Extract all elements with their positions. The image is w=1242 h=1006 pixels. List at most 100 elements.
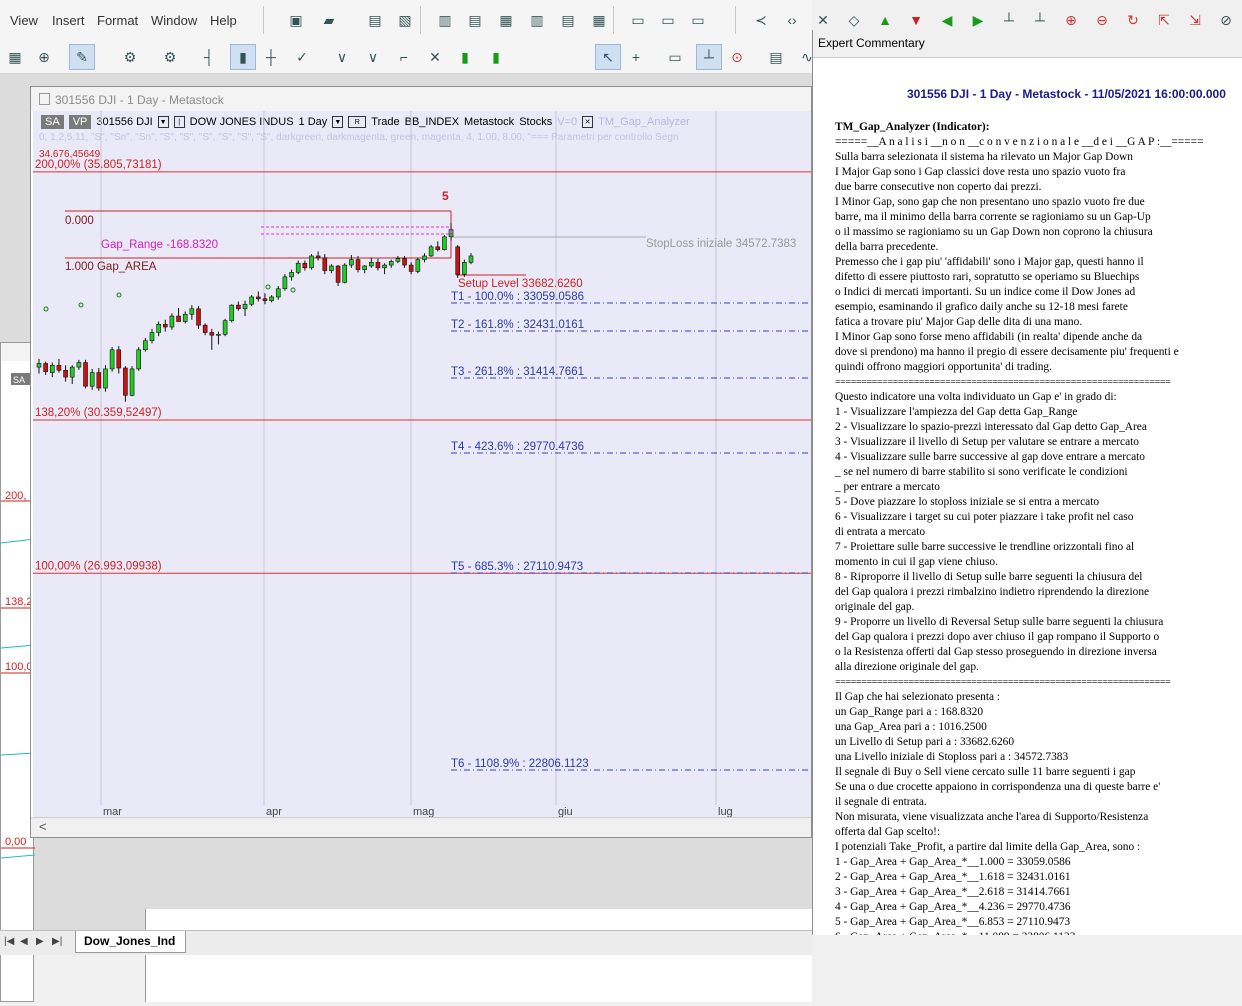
scroll-left-icon[interactable]: ≺ — [752, 11, 770, 29]
doc1-icon[interactable]: ▥ — [436, 11, 454, 29]
candle-body — [256, 296, 261, 300]
comment-icon[interactable]: ▭ — [666, 48, 684, 66]
background-chart-window[interactable]: SA 200, 138,2 100,0 0,00 — [0, 342, 36, 1002]
candle-body — [428, 246, 434, 257]
zoom-out-icon[interactable]: ⊖ — [1093, 11, 1111, 29]
toolbar-separator — [263, 6, 264, 34]
params-line: 0, 1,2,5,11, "S", "Sn", "Sn", "S", "S", … — [39, 132, 679, 143]
expert-line: 5 - Dove piazzare lo stoploss iniziale s… — [835, 496, 1100, 508]
bar2-red-green-icon[interactable]: ▮ — [487, 48, 505, 66]
diamond-icon[interactable]: ◇ — [845, 11, 863, 29]
expert-line: barre, ma il minimo della barra corrente… — [835, 211, 1151, 223]
expert-line: 2 - Visualizzare lo spazio-prezzi intere… — [835, 421, 1147, 433]
bar2-icon[interactable]: ┴ — [1031, 11, 1049, 29]
bar-red-green-icon[interactable]: ▮ — [456, 48, 474, 66]
target-label-t5: T5 - 685.3% : 27110.9473 — [451, 561, 583, 573]
pen-tool-icon[interactable]: ✎ — [69, 44, 95, 70]
crosshair-icon[interactable]: + — [627, 48, 645, 66]
gap-range-label: Gap_Range -168.8320 — [101, 239, 218, 251]
signal-marker — [116, 292, 122, 298]
candle-body — [322, 257, 328, 271]
line-candle-icon[interactable]: ┼ — [262, 48, 280, 66]
prev-sheet-icon[interactable]: ◀ — [20, 936, 28, 947]
no-print-icon[interactable]: ▧ — [396, 11, 414, 29]
candle-body — [349, 259, 354, 266]
hide-icon[interactable]: ⊘ — [1217, 11, 1235, 29]
candle-icon[interactable]: ▮ — [230, 44, 256, 70]
expert-line: 5 - Gap_Area + Gap_Area_*__6.853 = 27110… — [835, 916, 1071, 928]
expert-line: una Livello iniziale di Stoploss pari a … — [835, 751, 1069, 763]
bg-label-0: 0,00 — [5, 836, 26, 848]
arrow-up-green-icon[interactable]: ▲ — [876, 11, 894, 29]
hline-icon[interactable]: ┴ — [696, 44, 722, 70]
target-label-t4: T4 - 423.6% : 29770.4736 — [451, 441, 584, 453]
zoom-in-icon[interactable]: ⊕ — [1062, 11, 1080, 29]
expert-line: difetto di essere piuttosto rari, soprat… — [835, 271, 1140, 283]
doc6-icon[interactable]: ▦ — [590, 11, 608, 29]
expert-line: Il segnale di Buy o Sell viene cercato s… — [835, 766, 1136, 778]
step-icon[interactable]: ⌐ — [395, 48, 413, 66]
target-label-t3: T3 - 261.8% : 31414.7661 — [451, 366, 584, 378]
add-plus-icon[interactable]: ⊕ — [35, 48, 53, 66]
v-icon[interactable]: ∨ — [333, 48, 351, 66]
arrow-right-green-icon[interactable]: ▶ — [969, 11, 987, 29]
expert-line: 6 - Gap_Area + Gap_Area_*__11.089 = 2280… — [835, 930, 1235, 935]
settings-icon[interactable]: ⚙ — [121, 48, 139, 66]
grid-icon[interactable]: ▦ — [6, 48, 24, 66]
candle-body — [309, 255, 314, 269]
gap-area-label: 1.000 Gap_AREA — [65, 261, 157, 273]
x-icon[interactable]: ✕ — [426, 48, 444, 66]
candle-body — [229, 304, 235, 321]
arrow-left-green-icon[interactable]: ◀ — [938, 11, 956, 29]
bg-label-200: 200, — [5, 490, 26, 502]
candle-body — [109, 349, 115, 370]
next-sheet-icon[interactable]: ▶ — [36, 936, 44, 947]
sheet-tab-dow-jones[interactable]: Dow_Jones_Ind — [75, 931, 187, 953]
expert-line: 3 - Visualizzare il livello di Setup per… — [835, 436, 1139, 448]
doc4-icon[interactable]: ▥ — [528, 11, 546, 29]
code-icon[interactable]: ‹› — [783, 11, 801, 29]
v2-icon[interactable]: ∨ — [364, 48, 382, 66]
candle-body — [36, 363, 42, 368]
expert-line: quindi offrono maggiori opportunita' di … — [835, 361, 1052, 373]
export2-icon[interactable]: ⇲ — [1186, 11, 1204, 29]
zoom-chart-icon[interactable]: ⊙ — [728, 48, 746, 66]
refresh-icon[interactable]: ↻ — [1124, 11, 1142, 29]
check-icon[interactable]: ✓ — [293, 48, 311, 66]
drawing-toolbar: ▦ ⊕ ✎ ⚙ ⚙ ┤ ▮ ┼ ✓ ∨ ∨ ⌐ ✕ ▮ ▮ ↖ + ▭ ┴ ⊙ ▤ ∿ — [0, 40, 813, 74]
candle-body — [129, 368, 135, 396]
cross-icon[interactable]: ✕ — [814, 11, 832, 29]
expert-line: Non misurata, viene visualizzata anche l… — [835, 811, 1149, 823]
doc2-icon[interactable]: ▤ — [466, 11, 484, 29]
window3-icon[interactable]: ▭ — [689, 11, 707, 29]
expert-line: 3 - Gap_Area + Gap_Area_*__2.618 = 31414… — [835, 886, 1071, 898]
doc5-icon[interactable]: ▤ — [559, 11, 577, 29]
pointer-icon[interactable]: ↖ — [595, 44, 621, 70]
candle-body — [468, 255, 474, 263]
last-sheet-icon[interactable]: ▶| — [52, 936, 62, 947]
table-icon[interactable]: ▤ — [767, 48, 785, 66]
month-label: giu — [558, 806, 573, 817]
doc3-icon[interactable]: ▦ — [497, 11, 515, 29]
export-icon[interactable]: ⇱ — [1155, 11, 1173, 29]
expert-body[interactable]: 301556 DJI - 1 Day - Metastock - 11/05/2… — [813, 58, 1242, 935]
open-folder-icon[interactable]: ▰ — [320, 11, 338, 29]
arrow-down-red-icon[interactable]: ▼ — [907, 11, 925, 29]
ohlc-icon[interactable]: ┤ — [200, 48, 218, 66]
horizontal-scrollbar[interactable]: < — [31, 817, 811, 837]
candle-body — [136, 349, 141, 370]
window1-icon[interactable]: ▭ — [629, 11, 647, 29]
chart-settings-icon[interactable]: ⚙ — [161, 48, 179, 66]
new-chart-icon[interactable]: ▣ — [287, 11, 305, 29]
first-sheet-icon[interactable]: |◀ — [4, 936, 14, 947]
expert-commentary-panel[interactable]: Expert Commentary 301556 DJI - 1 Day - M… — [812, 30, 1242, 935]
scroll-left-arrow[interactable]: < — [39, 819, 47, 834]
candle-body — [282, 276, 288, 290]
candle-body — [162, 323, 168, 328]
bar-icon[interactable]: ┴ — [1000, 11, 1018, 29]
window2-icon[interactable]: ▭ — [659, 11, 677, 29]
bg-sa-label: SA — [13, 375, 25, 385]
chart-window[interactable]: 301556 DJI - 1 Day - Metastock SA VP 301… — [30, 86, 812, 838]
save-icon[interactable]: ▤ — [366, 11, 384, 29]
candle-body — [269, 296, 274, 301]
